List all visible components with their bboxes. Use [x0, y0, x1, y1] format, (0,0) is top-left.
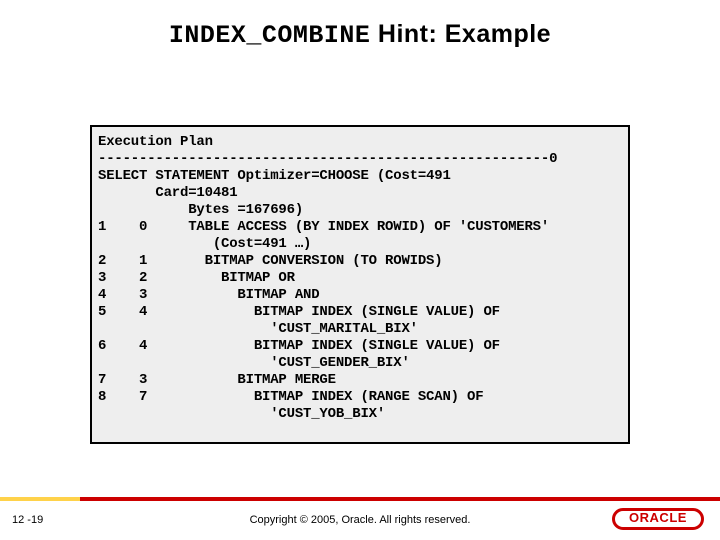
- plan-line: 1 0 TABLE ACCESS (BY INDEX ROWID) OF 'CU…: [98, 219, 549, 235]
- oracle-logo: ORACLE: [612, 508, 704, 530]
- plan-line: 'CUST_GENDER_BIX': [98, 355, 410, 371]
- plan-line: SELECT STATEMENT Optimizer=CHOOSE (Cost=…: [98, 168, 451, 184]
- oracle-logo-text: ORACLE: [612, 510, 704, 525]
- title-rest: Hint: Example: [370, 20, 551, 48]
- footer-divider-accent: [0, 497, 80, 501]
- plan-line: 7 3 BITMAP MERGE: [98, 372, 336, 388]
- plan-line: Execution Plan: [98, 134, 213, 150]
- plan-line: 5 4 BITMAP INDEX (SINGLE VALUE) OF: [98, 304, 500, 320]
- title-code: INDEX_COMBINE: [169, 21, 371, 50]
- plan-line: (Cost=491 …): [98, 236, 311, 252]
- footer-divider: [0, 497, 720, 501]
- plan-line: 3 2 BITMAP OR: [98, 270, 295, 286]
- plan-line: 4 3 BITMAP AND: [98, 287, 319, 303]
- plan-line: 2 1 BITMAP CONVERSION (TO ROWIDS): [98, 253, 442, 269]
- plan-line: 'CUST_YOB_BIX': [98, 406, 385, 422]
- slide: INDEX_COMBINE Hint: Example Execution Pl…: [0, 0, 720, 540]
- plan-line: 'CUST_MARITAL_BIX': [98, 321, 418, 337]
- plan-line: 8 7 BITMAP INDEX (RANGE SCAN) OF: [98, 389, 483, 405]
- slide-title: INDEX_COMBINE Hint: Example: [0, 20, 720, 50]
- execution-plan-text: Execution Plan -------------------------…: [98, 134, 622, 423]
- plan-line: Card=10481: [98, 185, 237, 201]
- plan-line: ----------------------------------------…: [98, 151, 557, 167]
- plan-line: 6 4 BITMAP INDEX (SINGLE VALUE) OF: [98, 338, 500, 354]
- execution-plan-box: Execution Plan -------------------------…: [90, 125, 630, 444]
- plan-line: Bytes =167696): [98, 202, 303, 218]
